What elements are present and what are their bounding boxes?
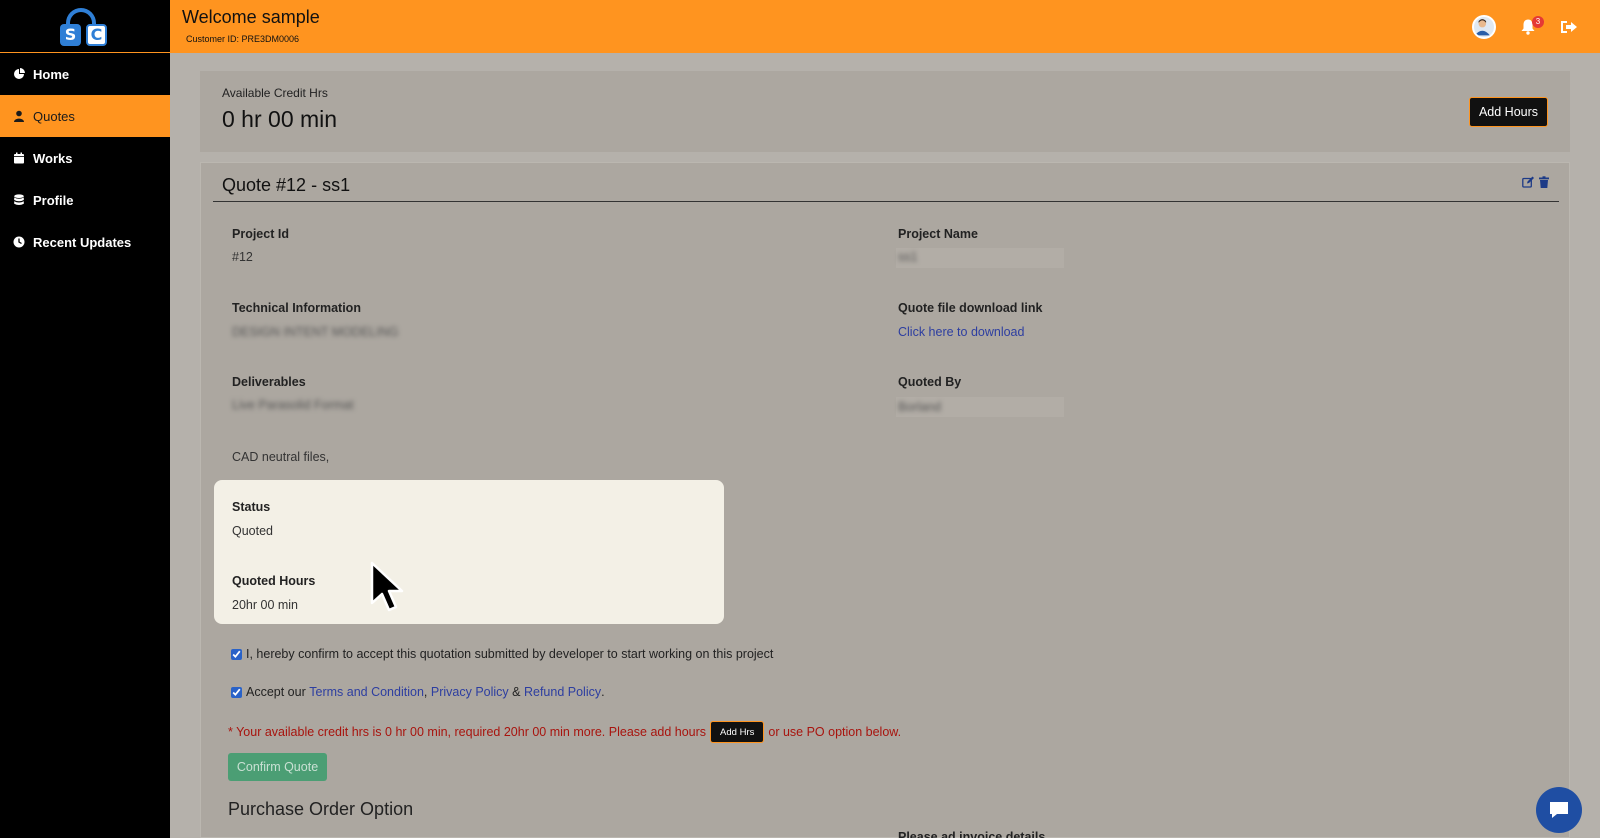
comma: , (423, 685, 428, 699)
sidebar-item-works[interactable]: Works (0, 137, 170, 179)
warning-suffix: or use PO option below. (768, 725, 902, 739)
po-details-label: Please ad invoice details (898, 830, 1046, 838)
welcome-title: Welcome sample (182, 7, 320, 27)
sidebar-item-label: Profile (33, 192, 74, 208)
logout-icon[interactable] (1560, 19, 1578, 35)
sidebar-item-profile[interactable]: Profile (0, 179, 170, 221)
warning-prefix: * Your available credit hrs is 0 hr 00 m… (228, 725, 707, 739)
sidebar-item-label: Quotes (33, 108, 75, 124)
confirm-quotation-checkbox[interactable] (231, 648, 242, 660)
quoted-by-value: Borland (898, 400, 942, 414)
purchase-order-heading: Purchase Order Option (228, 799, 414, 819)
quoted-hours-label: Quoted Hours (232, 574, 316, 588)
sidebar-item-label: Home (33, 66, 70, 82)
deliverables-label: Deliverables (232, 375, 306, 389)
quote-file-download-label: Quote file download link (898, 301, 1043, 315)
technical-info-value: DESIGN INTENT MODELING (232, 325, 399, 339)
credit-panel: Available Credit Hrs 0 hr 00 min Add Hou… (200, 71, 1570, 152)
credit-warning: * Your available credit hrs is 0 hr 00 m… (228, 721, 901, 743)
logo-letter-s: S (60, 24, 81, 46)
deliverables-extra: CAD neutral files, (232, 450, 330, 464)
sidebar-item-quotes[interactable]: Quotes (0, 95, 170, 137)
sidebar-item-label: Recent Updates (33, 234, 132, 250)
privacy-link[interactable]: Privacy Policy (431, 685, 509, 699)
logo[interactable]: S C (0, 0, 170, 53)
sidebar-item-label: Works (33, 150, 73, 166)
avatar[interactable] (1472, 15, 1496, 39)
download-link[interactable]: Click here to download (898, 325, 1024, 339)
title-divider (213, 201, 1559, 202)
add-hrs-button[interactable]: Add Hrs (710, 721, 765, 743)
calendar-icon (13, 152, 25, 164)
credit-value: 0 hr 00 min (222, 106, 338, 132)
quoted-hours-value: 20hr 00 min (232, 598, 299, 612)
refund-link[interactable]: Refund Policy (524, 685, 601, 699)
project-name-label: Project Name (898, 227, 978, 241)
quoted-by-label: Quoted By (898, 375, 962, 389)
project-id-label: Project Id (232, 227, 289, 241)
accept-prefix: Accept our (246, 685, 306, 699)
logo-letter-c: C (86, 24, 107, 46)
ampersand: & (512, 685, 521, 699)
project-name-value: ss1 (898, 250, 918, 264)
project-id-value: #12 (232, 250, 253, 264)
accept-terms-checkbox-row[interactable]: Accept our Terms and Condition, Privacy … (231, 685, 605, 699)
mouse-cursor-icon (370, 561, 404, 612)
sidebar-item-home[interactable]: Home (0, 53, 170, 95)
confirm-quotation-checkbox-row[interactable]: I, hereby confirm to accept this quotati… (231, 647, 773, 661)
pie-chart-icon (13, 68, 25, 80)
status-value: Quoted (232, 524, 274, 538)
chat-widget-button[interactable] (1536, 787, 1582, 833)
delete-icon[interactable] (1538, 176, 1550, 188)
user-icon (13, 110, 25, 122)
confirm-quotation-text: I, hereby confirm to accept this quotati… (246, 647, 774, 661)
period: . (601, 685, 605, 699)
clock-icon (13, 236, 25, 248)
add-hours-button[interactable]: Add Hours (1469, 97, 1548, 127)
customer-id: Customer ID: PRE3DM0006 (186, 34, 300, 44)
accept-terms-checkbox[interactable] (231, 686, 242, 698)
deliverables-value: Live Parasolid Format (232, 398, 354, 412)
confirm-quote-button[interactable]: Confirm Quote (228, 753, 327, 781)
credit-label: Available Credit Hrs (222, 86, 328, 100)
quote-title: Quote #12 - ss1 (222, 175, 351, 195)
top-header: Welcome sample Customer ID: PRE3DM0006 3 (170, 0, 1600, 53)
notification-badge: 3 (1532, 16, 1544, 28)
status-label: Status (232, 500, 271, 514)
sidebar: S C Home Quotes Works Profile Recent Upd… (0, 0, 170, 838)
edit-icon[interactable] (1522, 176, 1534, 188)
sidebar-item-recent-updates[interactable]: Recent Updates (0, 221, 170, 263)
technical-info-label: Technical Information (232, 301, 361, 315)
database-icon (13, 194, 25, 206)
terms-link[interactable]: Terms and Condition (309, 685, 424, 699)
chat-icon (1550, 802, 1568, 818)
